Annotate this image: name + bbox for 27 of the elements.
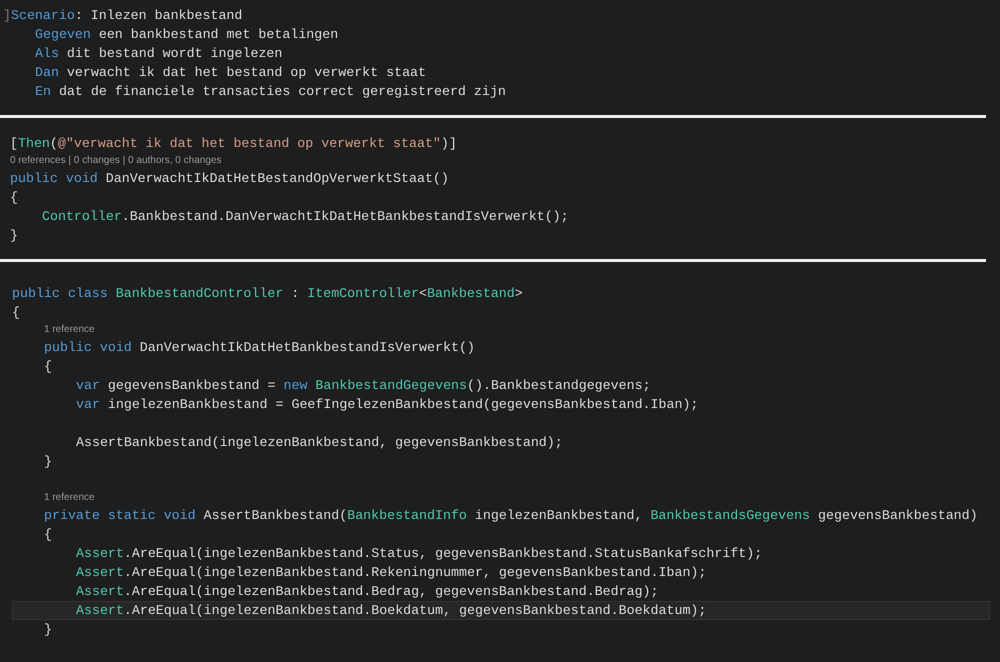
code-line: var gegevensBankbestand = new BankbestandGegevens().Bankbestandgegevens;	[76, 377, 652, 395]
code-line: AssertBankbestand(ingelezenBankbestand, gegevensBankbestand);	[76, 434, 564, 452]
code-line: public class BankbestandController : ItemController<Bankbestand>	[12, 285, 524, 303]
codelens-text[interactable]: 1 reference	[44, 492, 95, 503]
codelens-text[interactable]: 1 reference	[44, 324, 95, 335]
code-line: Dan verwacht ik dat het bestand op verwerkt staat	[35, 64, 428, 82]
code-line: [Then(@"verwacht ik dat het bestand op verwerkt staat")]	[10, 135, 458, 153]
code-line: private static void AssertBankbestand(BankbestandInfo ingelezenBankbestand, BankbestandsGegevens gegevensBankbestand)	[44, 507, 979, 525]
code-line: ]Scenario: Inlezen bankbestand	[3, 7, 244, 25]
code-line: En dat de financiele transacties correct geregistreerd zijn	[35, 83, 507, 101]
code-line: public void DanVerwachtIkDatHetBestandOpVerwerktStaat()	[10, 170, 450, 188]
code-line: }	[10, 227, 19, 245]
code-line: Controller.Bankbestand.DanVerwachtIkDatHetBankbestandIsVerwerkt();	[42, 208, 570, 226]
code-line: var ingelezenBankbestand = GeefIngelezenBankbestand(gegevensBankbestand.Iban);	[76, 396, 700, 414]
codelens-text[interactable]: 0 references | 0 changes | 0 authors, 0 changes	[10, 155, 222, 166]
code-line: }	[44, 621, 53, 639]
code-line: Assert.AreEqual(ingelezenBankbestand.Status, gegevensBankbestand.StatusBankafschrift);	[76, 545, 764, 563]
code-line: }	[44, 453, 53, 471]
code-line: Als dit bestand wordt ingelezen	[35, 45, 284, 63]
code-line: public void DanVerwachtIkDatHetBankbestandIsVerwerkt()	[44, 339, 476, 357]
code-line: Gegeven een bankbestand met betalingen	[35, 26, 340, 44]
code-line: Assert.AreEqual(ingelezenBankbestand.Rekeningnummer, gegevensBankbestand.Iban);	[76, 564, 708, 582]
code-line: {	[44, 358, 53, 376]
code-line: {	[10, 189, 19, 207]
code-line: {	[12, 304, 21, 322]
code-line: Assert.AreEqual(ingelezenBankbestand.Bedrag, gegevensBankbestand.Bedrag);	[76, 583, 660, 601]
code-line: {	[44, 526, 53, 544]
